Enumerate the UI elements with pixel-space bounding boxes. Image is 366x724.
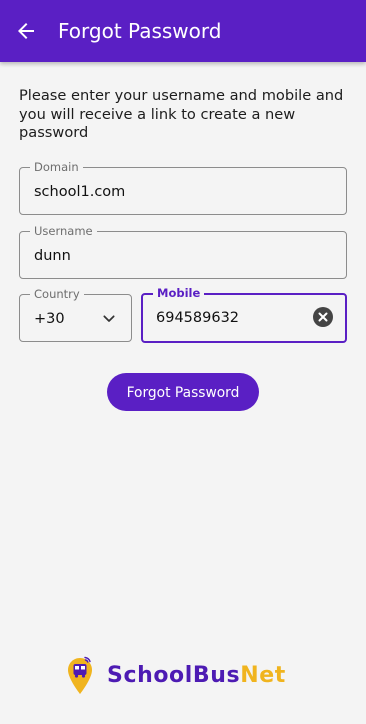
mobile-value: 694589632 — [156, 310, 240, 326]
mobile-field[interactable]: Mobile 694589632 — [141, 285, 347, 343]
instructions-text: Please enter your username and mobile an… — [19, 87, 344, 141]
arrow-left-icon[interactable] — [14, 19, 38, 43]
page-title: Forgot Password — [58, 19, 222, 43]
brand-name: SchoolBusNet — [107, 662, 286, 690]
country-select[interactable]: Country +30 — [19, 286, 132, 342]
app-bar: Forgot Password — [0, 0, 366, 62]
school-bus-pin-icon — [68, 656, 92, 694]
domain-field[interactable]: Domain school1.com — [19, 159, 347, 215]
brand-logo: SchoolBusNet — [66, 656, 306, 696]
brand-name-part1: SchoolBus — [107, 663, 241, 688]
chevron-down-icon[interactable] — [101, 311, 117, 327]
country-label: Country — [30, 286, 84, 302]
mobile-label: Mobile — [153, 285, 205, 301]
username-field[interactable]: Username dunn — [19, 223, 347, 279]
forgot-password-button[interactable]: Forgot Password — [107, 373, 259, 411]
username-value: dunn — [34, 248, 71, 264]
brand-name-part2: Net — [240, 663, 286, 688]
username-label: Username — [30, 223, 97, 239]
domain-value: school1.com — [34, 184, 126, 200]
domain-label: Domain — [30, 159, 83, 175]
country-value: +30 — [34, 311, 65, 327]
clear-circle-icon[interactable] — [313, 307, 333, 327]
